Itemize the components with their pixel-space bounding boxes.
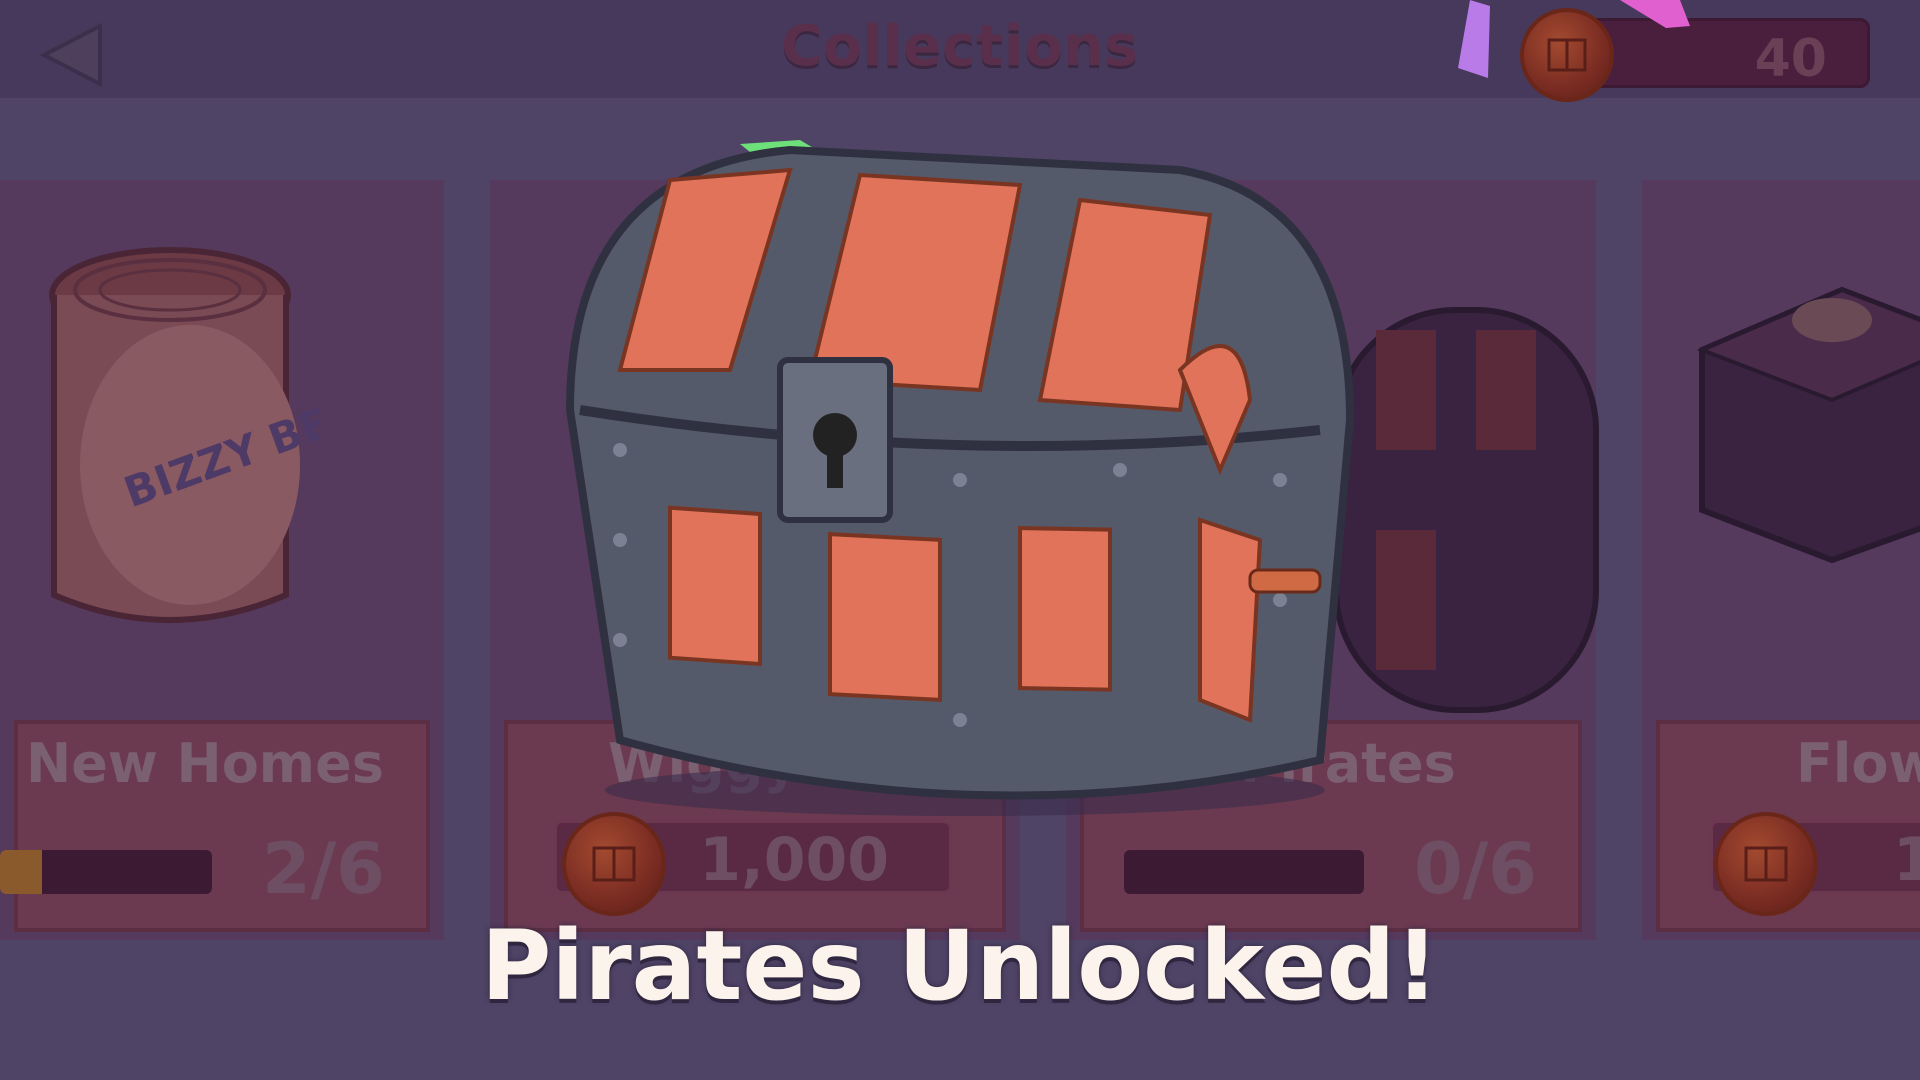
treasure-chest-icon [565,145,1355,816]
collection-card-flow[interactable]: Flow 1 [1642,180,1920,940]
confetti-piece-purple [1458,0,1490,78]
collection-count: 0/6 [1414,828,1537,910]
coin-icon [1714,812,1818,916]
card-title: Flow [1796,732,1920,795]
currency-display: 40 [1520,8,1870,102]
progress-fill [0,850,43,894]
collection-progress-bar [0,850,212,894]
collection-progress-bar [1124,850,1364,894]
unlock-price: 1 [1893,825,1920,895]
unlock-message: Pirates Unlocked! [481,910,1439,1022]
currency-amount: 40 [1754,29,1827,89]
coin-icon [562,812,666,916]
card-title: New Homes [26,732,384,795]
collection-card-new-homes[interactable]: BIZZY BE HONE New Homes 2/6 [0,180,444,940]
honey-can-icon: BIZZY BE HONE [49,247,320,623]
confetti-piece-pink [1620,0,1690,28]
gift-box-icon [1696,286,1920,564]
unlock-price: 1,000 [699,825,889,895]
coin-icon [1520,8,1614,102]
collection-count: 2/6 [262,828,385,910]
